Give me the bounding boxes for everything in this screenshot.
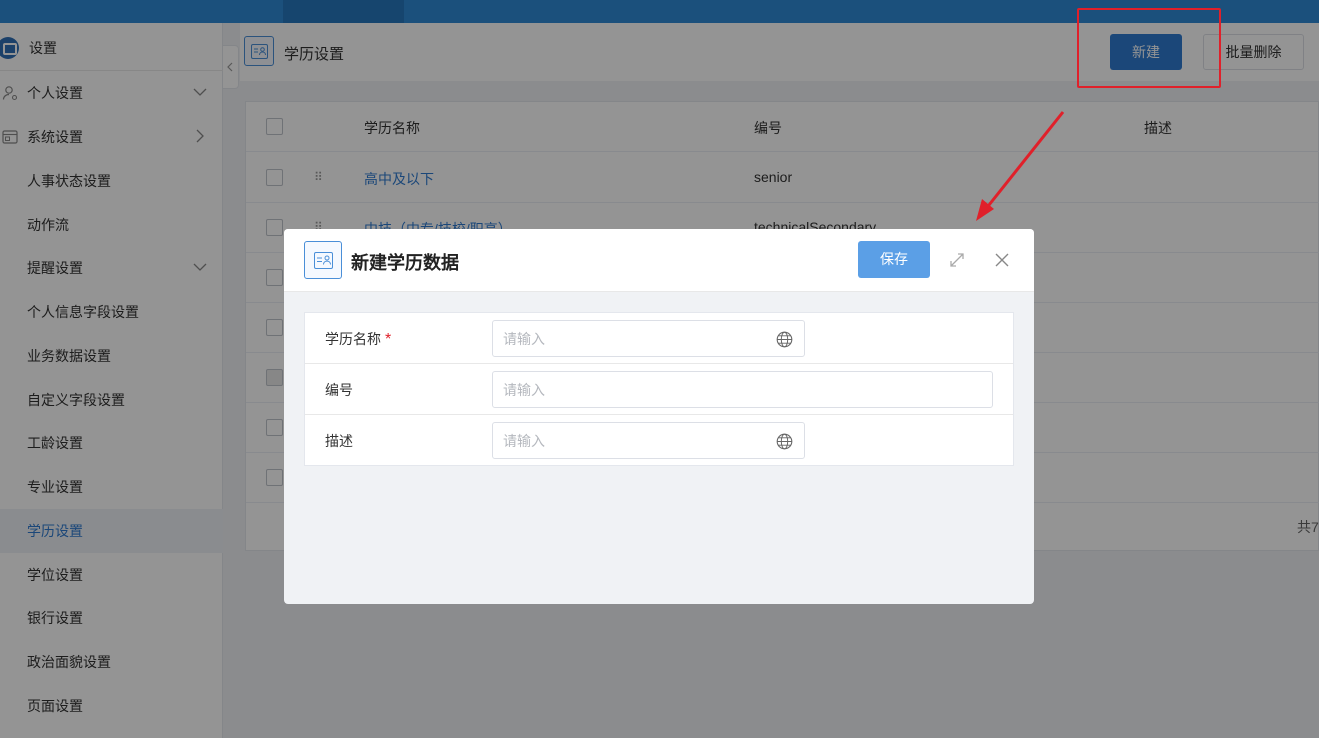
save-button[interactable]: 保存 (858, 241, 930, 278)
form-row-description: 描述 (305, 415, 1013, 466)
field-label-name: 学历名称 * (325, 331, 392, 348)
dialog-title: 新建学历数据 (351, 253, 459, 273)
expand-icon[interactable] (948, 251, 966, 269)
education-code-field[interactable] (492, 371, 993, 408)
education-description-input[interactable] (503, 423, 763, 458)
field-label-code: 编号 (325, 382, 353, 398)
field-label-description: 描述 (325, 433, 353, 449)
education-card-icon (304, 241, 342, 279)
close-icon[interactable] (993, 251, 1011, 269)
education-name-input[interactable] (503, 321, 763, 356)
education-form: 学历名称* 编号 描述 (304, 312, 1014, 466)
dialog-header: 新建学历数据 保存 (284, 229, 1034, 292)
form-row-name: 学历名称 * (305, 313, 1013, 364)
annotation-highlight-box (1077, 8, 1221, 88)
education-name-field[interactable] (492, 320, 805, 357)
required-star-icon: * (385, 331, 392, 348)
form-row-code: 编号 (305, 364, 1013, 415)
globe-icon[interactable] (776, 331, 793, 348)
education-code-input[interactable] (503, 372, 973, 407)
new-education-dialog: 新建学历数据 保存 学历名称* 编号 描述 (284, 229, 1034, 604)
education-description-field[interactable] (492, 422, 805, 459)
globe-icon[interactable] (776, 433, 793, 450)
